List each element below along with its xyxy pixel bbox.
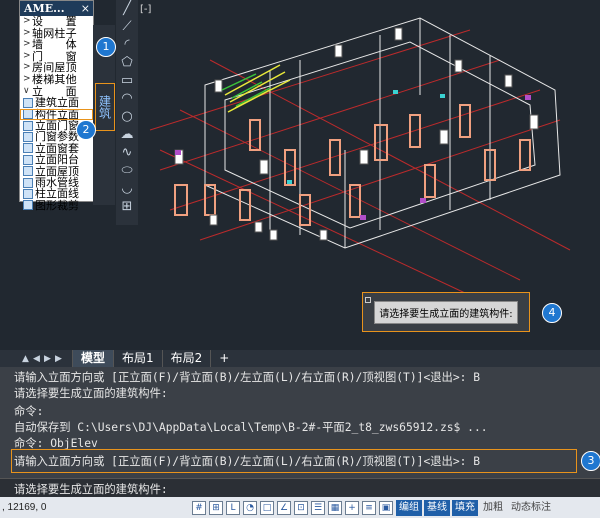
chevron-right-icon: > xyxy=(23,16,31,26)
command-window: 请输入立面方向或 [正立面(F)/背立面(B)/左立面(L)/右立面(R)/顶视… xyxy=(0,367,600,498)
circle-tool-icon[interactable]: ○ xyxy=(119,108,135,126)
osnap-icon[interactable]: □ xyxy=(260,500,274,515)
ortho-icon[interactable]: L xyxy=(226,500,240,515)
cursor-pickbox xyxy=(365,297,371,303)
lineweight-icon[interactable]: ☰ xyxy=(311,500,325,515)
command-tooltip: 请选择要生成立面的建筑构件: xyxy=(362,292,530,332)
next-tab-icon[interactable]: ▶ xyxy=(42,354,53,364)
first-tab-icon[interactable]: ▲ xyxy=(20,354,31,364)
prev-tab-icon[interactable]: ◀ xyxy=(31,354,42,364)
chevron-right-icon: > xyxy=(23,50,31,61)
chevron-right-icon: > xyxy=(23,39,31,50)
command-input[interactable]: 请选择要生成立面的建筑构件: xyxy=(0,478,600,498)
grid-icon[interactable]: # xyxy=(192,500,206,515)
status-bar: , 12169, 0 # ⊞ L ◔ □ ∠ ⊡ ☰ ▦ + ≡ ▣ 编组 基线… xyxy=(0,497,600,518)
sub-item-label: 立面阳台 xyxy=(35,153,79,167)
snap-icon[interactable]: ⊞ xyxy=(209,500,223,515)
viewport-label[interactable]: [-] xyxy=(140,4,151,15)
window-icon xyxy=(23,120,33,131)
tooltip-text: 请选择要生成立面的建筑构件: xyxy=(374,300,518,324)
sub-item-label: 柱立面线 xyxy=(35,187,79,201)
pipe-icon xyxy=(23,177,33,188)
polyline-tool-icon[interactable]: ⟋ xyxy=(119,18,135,36)
ellipse-tool-icon[interactable]: ⬭ xyxy=(119,162,135,180)
close-icon[interactable]: × xyxy=(81,2,93,15)
spline-tool-icon[interactable]: ∿ xyxy=(119,144,135,162)
annotation-icon[interactable]: ≡ xyxy=(362,500,376,515)
chevron-right-icon: > xyxy=(23,27,31,38)
balcony-icon xyxy=(23,154,33,165)
arc-tool-icon[interactable]: ◜ xyxy=(119,36,135,54)
command-history-line: 请输入立面方向或 [正立面(F)/背立面(B)/左立面(L)/右立面(R)/顶视… xyxy=(14,371,481,384)
sub-item-graphic-clip[interactable]: 图形裁剪 xyxy=(20,198,93,212)
tab-architecture[interactable]: 建筑 xyxy=(95,83,115,131)
chevron-down-icon: ∨ xyxy=(23,85,30,96)
group-button[interactable]: 编组 xyxy=(396,499,422,516)
clip-icon xyxy=(23,200,33,211)
otrack-icon[interactable]: ∠ xyxy=(277,500,291,515)
panel-title-bar: AME... × xyxy=(20,1,93,16)
elevation-icon xyxy=(23,97,33,108)
menu-label: 楼梯其他 xyxy=(32,72,77,86)
panel-title: AME... xyxy=(24,2,65,15)
column-icon xyxy=(23,188,33,199)
arc2-tool-icon[interactable]: ◠ xyxy=(119,90,135,108)
rectangle-tool-icon[interactable]: ▭ xyxy=(119,72,135,90)
sub-item-label: 建筑立面 xyxy=(35,96,79,110)
roof-icon xyxy=(23,166,33,177)
chevron-right-icon: > xyxy=(23,73,31,84)
command-prompt: 请选择要生成立面的建筑构件: xyxy=(14,483,168,496)
bold-button[interactable]: 加粗 xyxy=(480,500,506,516)
dyn-input-icon[interactable]: ⊡ xyxy=(294,500,308,515)
menu-settings[interactable]: > 设 置 xyxy=(20,16,93,28)
fill-button[interactable]: 填充 xyxy=(452,499,478,516)
last-tab-icon[interactable]: ▶ xyxy=(53,354,64,364)
sub-item-building-elevation[interactable]: 建筑立面 xyxy=(20,96,93,110)
workspace-icon[interactable]: ▣ xyxy=(379,500,393,515)
selection-cycle-icon[interactable]: + xyxy=(345,500,359,515)
casing-icon xyxy=(23,143,33,154)
command-history-line: 请输入立面方向或 [正立面(F)/背立面(B)/左立面(L)/右立面(R)/顶视… xyxy=(14,455,481,468)
polygon-tool-icon[interactable]: ⬠ xyxy=(119,54,135,72)
command-history-line: 命令: xyxy=(14,405,44,418)
menu-label: 设 置 xyxy=(32,15,77,28)
tab-model[interactable]: 模型 xyxy=(72,350,114,367)
sub-item-label: 图形裁剪 xyxy=(35,198,79,212)
annotation-badge-3: 3 xyxy=(581,451,600,471)
annotation-badge-4: 4 xyxy=(542,303,562,323)
sub-item-column-elevation-line[interactable]: 柱立面线 xyxy=(20,187,93,201)
revcloud-tool-icon[interactable]: ☁ xyxy=(119,126,135,144)
add-layout-button[interactable]: + xyxy=(210,350,237,367)
ellipse-arc-tool-icon[interactable]: ◡ xyxy=(119,180,135,198)
params-icon xyxy=(23,132,33,143)
annotation-badge-1: 1 xyxy=(96,37,116,57)
layout-tabs-bar: ▲ ◀ ▶ ▶ 模型 布局1 布局2 + xyxy=(0,350,600,367)
menu-stairs-other[interactable]: > 楼梯其他 xyxy=(20,74,93,86)
tangent-side-panel: AME... × > 设 置 > 轴网柱子 > 墙 体 > 门 窗 > 房间屋顶 > 楼梯其… xyxy=(19,0,94,211)
command-history-line: 请选择要生成立面的建筑构件: xyxy=(14,387,168,400)
polar-icon[interactable]: ◔ xyxy=(243,500,257,515)
command-history-line: 自动保存到 C:\Users\DJ\AppData\Local\Temp\B-2… xyxy=(14,421,488,434)
draw-toolbar: ╱ ⟋ ◜ ⬠ ▭ ◠ ○ ☁ ∿ ⬭ ◡ ⊞ xyxy=(116,0,138,225)
line-tool-icon[interactable]: ╱ xyxy=(119,0,135,18)
annotation-badge-2: 2 xyxy=(76,120,96,140)
sub-item-elevation-balcony[interactable]: 立面阳台 xyxy=(20,153,93,167)
transparency-icon[interactable]: ▦ xyxy=(328,500,342,515)
coordinates-readout: , 12169, 0 xyxy=(2,502,47,513)
tab-layout2[interactable]: 布局2 xyxy=(161,350,211,367)
dynamic-dim-button[interactable]: 动态标注 xyxy=(508,500,554,516)
component-icon xyxy=(23,109,33,120)
tab-layout1[interactable]: 布局1 xyxy=(113,350,162,367)
insert-block-tool-icon[interactable]: ⊞ xyxy=(119,198,135,216)
chevron-right-icon: > xyxy=(23,62,31,73)
baseline-button[interactable]: 基线 xyxy=(424,499,450,516)
